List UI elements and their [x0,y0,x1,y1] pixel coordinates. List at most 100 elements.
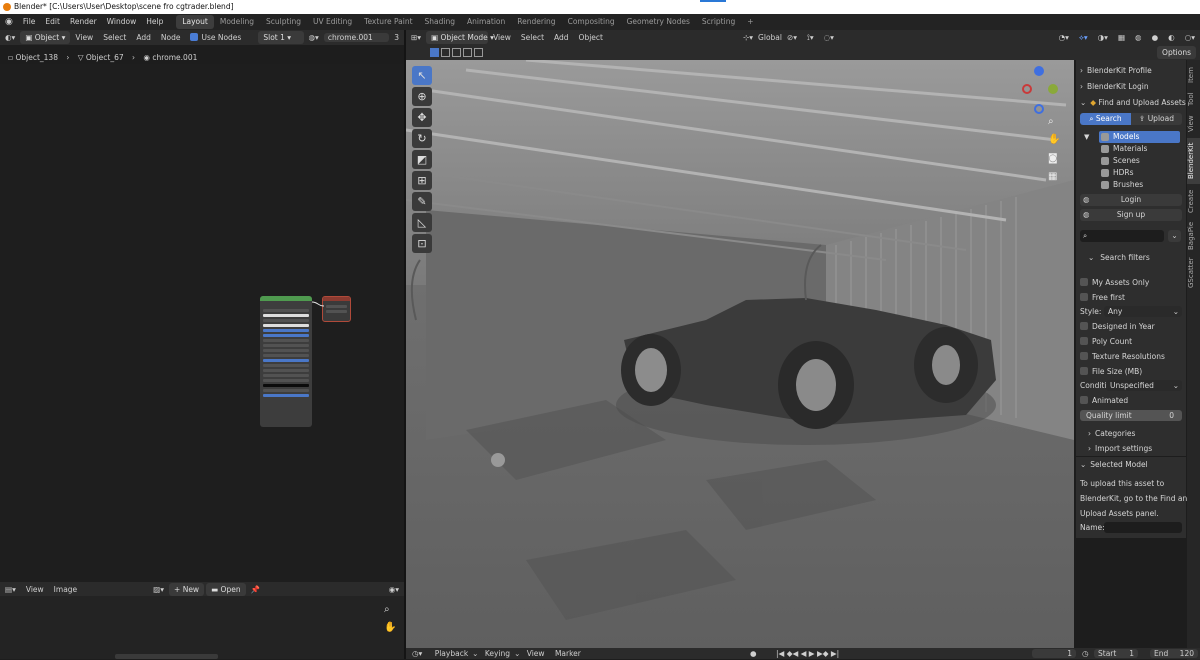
move-tool-icon[interactable]: ✥ [412,108,432,127]
shading-wireframe-icon[interactable]: ◍ [1130,33,1147,42]
rotate-tool-icon[interactable]: ↻ [412,129,432,148]
menu-edit[interactable]: Edit [40,14,65,30]
measure-tool-icon[interactable]: ◺ [412,213,432,232]
pin-icon[interactable]: 📌 [246,585,265,594]
sidebar-tab-bagapie[interactable]: BagaPie [1187,218,1200,254]
object-type-select[interactable]: ▣ Object ▾ [20,31,71,44]
next-keyframe-icon[interactable]: ▶◆ [817,649,829,658]
add-workspace-button[interactable]: + [741,15,759,29]
node-menu-select[interactable]: Select [98,33,131,42]
current-frame-field[interactable]: 1 [1032,649,1076,658]
principled-bsdf-node[interactable] [260,296,312,427]
tab-texture-paint[interactable]: Texture Paint [358,15,418,29]
transform-tool-icon[interactable]: ⊞ [412,171,432,190]
prev-keyframe-icon[interactable]: ◆◀ [787,649,799,658]
timeline-menu-playback[interactable]: Playback [431,649,472,658]
panel-blenderkit-profile[interactable]: › BlenderKit Profile [1076,63,1186,78]
shading-solid-icon[interactable]: ● [1147,33,1164,42]
panel-blenderkit-login[interactable]: › BlenderKit Login [1076,79,1186,94]
zoom-icon[interactable]: ⌕ [384,604,398,618]
jump-end-icon[interactable]: ▶| [831,649,839,658]
timeline-editor-icon[interactable]: ◷▾ [406,649,428,658]
sidebar-tab-tool[interactable]: Tool [1187,88,1200,110]
record-icon[interactable]: ● [750,648,757,659]
node-menu-add[interactable]: Add [131,33,156,42]
viewport-menu-add[interactable]: Add [549,33,574,42]
grid-perspective-icon[interactable]: ▦ [1048,171,1057,182]
free-first-checkbox[interactable]: Free first [1076,290,1186,305]
signup-button[interactable]: ◍ Sign up [1080,209,1182,221]
gizmo-y-axis[interactable] [1048,84,1058,94]
upload-tab[interactable]: ⇪ Upload [1131,113,1182,125]
node-menu-node[interactable]: Node [156,33,186,42]
sidebar-tab-create[interactable]: Create [1187,186,1200,216]
annotate-tool-icon[interactable]: ✎ [412,192,432,211]
add-cube-tool-icon[interactable]: ⊡ [412,234,432,253]
material-browse-icon[interactable]: ◍▾ [304,33,324,42]
snap-icon[interactable]: ⟟▾ [802,33,819,43]
xray-icon[interactable]: ▦ [1113,33,1130,42]
category-brushes[interactable]: Brushes [1099,179,1180,191]
mode-select[interactable]: ▣ Object Mode ▾ [426,31,494,44]
tab-modeling[interactable]: Modeling [214,15,260,29]
select-intersect-icon[interactable] [474,48,483,57]
category-hdrs[interactable]: HDRs [1099,167,1180,179]
overlays-icon[interactable]: ◑▾ [1093,33,1113,42]
editor-type-icon[interactable]: ◐▾ [0,33,20,42]
hand-pan-icon[interactable]: ✋ [384,622,398,636]
node-editor-canvas[interactable] [0,64,404,582]
timeline-menu-keying[interactable]: Keying [481,649,514,658]
pivot-icon[interactable]: ⊘▾ [782,33,802,42]
tab-shading[interactable]: Shading [419,15,461,29]
select-box-icon[interactable] [430,48,439,57]
node-menu-view[interactable]: View [70,33,98,42]
login-button[interactable]: ◍ Login [1080,194,1182,206]
name-input[interactable] [1104,522,1182,533]
material-output-node[interactable] [322,296,351,322]
menu-file[interactable]: File [18,14,41,30]
search-options-icon[interactable]: ⌄ [1168,230,1181,242]
clock-icon[interactable]: ◷ [1082,648,1089,659]
transform-orientation-select[interactable]: Global [758,33,782,42]
shading-material-icon[interactable]: ◐ [1163,33,1180,42]
3d-viewport[interactable]: ⌕ ✋ ◙ ▦ [406,60,1074,648]
image-menu-image[interactable]: Image [49,585,83,594]
visibility-icon[interactable]: ◔▾ [1054,33,1074,42]
category-scenes[interactable]: Scenes [1099,155,1180,167]
my-assets-only-checkbox[interactable]: My Assets Only [1076,275,1186,290]
import-settings-section[interactable]: › Import settings [1076,441,1186,456]
condition-dropdown[interactable]: Unspecified ⌄ [1106,380,1182,391]
slot-select[interactable]: Slot 1 ▾ [258,31,304,44]
material-users-count[interactable]: 3 [389,33,404,42]
image-menu-view[interactable]: View [21,585,49,594]
search-tab[interactable]: ⌕ Search [1080,113,1131,125]
image-browse-icon[interactable]: ▨▾ [148,585,169,594]
open-image-button[interactable]: ▬ Open [206,582,246,596]
jump-start-icon[interactable]: |◀ [776,649,784,658]
quality-limit-slider[interactable]: Quality limit 0 [1080,410,1182,421]
sidebar-tab-gscatter[interactable]: GScatter [1187,256,1200,290]
tab-scripting[interactable]: Scripting [696,15,741,29]
tab-layout[interactable]: Layout [176,15,214,29]
gizmo-z-axis[interactable] [1034,66,1044,76]
select-invert-icon[interactable] [463,48,472,57]
end-frame-field[interactable]: End 120 [1150,649,1198,658]
image-editor-canvas[interactable]: ⌕ ✋ [0,596,404,659]
poly-count-checkbox[interactable]: Poly Count [1076,334,1186,349]
proportional-edit-icon[interactable]: ◌▾ [819,33,839,42]
options-button[interactable]: Options [1157,46,1196,59]
panel-find-upload[interactable]: ⌄ ◆ Find and Upload Assets [1076,95,1186,110]
tab-geometry-nodes[interactable]: Geometry Nodes [621,15,696,29]
animated-checkbox[interactable]: Animated [1076,393,1186,408]
gizmo-x-axis[interactable] [1022,84,1032,94]
orientation-icon[interactable]: ⊹▾ [738,33,758,42]
viewport-menu-object[interactable]: Object [574,33,608,42]
gizmo-neg-z-axis[interactable] [1034,104,1044,114]
style-dropdown[interactable]: Any ⌄ [1104,306,1182,317]
select-extend-icon[interactable] [441,48,450,57]
scrollbar[interactable] [115,654,218,659]
search-filters-toggle[interactable]: ⌄ Search filters [1076,250,1186,265]
designed-in-year-checkbox[interactable]: Designed in Year [1076,319,1186,334]
start-frame-field[interactable]: Start 1 [1094,649,1138,658]
navigation-gizmo[interactable] [1020,66,1060,116]
